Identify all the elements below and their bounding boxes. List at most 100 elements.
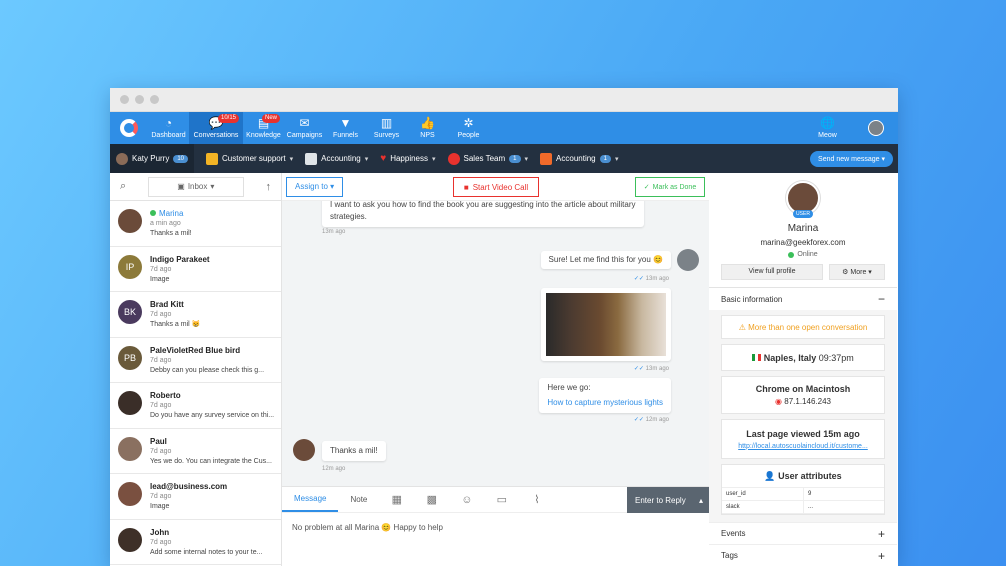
chevron-down-icon: ▾: [364, 155, 369, 163]
chevron-down-icon: ▾: [432, 155, 436, 163]
warning-text: More than one open conversation: [748, 322, 868, 332]
chevron-down-icon: ▾: [289, 155, 294, 163]
more-button[interactable]: ⚙ More ▾: [829, 264, 885, 280]
nav-knowledge[interactable]: New ▤ Knowledge: [243, 112, 284, 144]
tab-note[interactable]: Note: [338, 487, 379, 512]
gif-icon[interactable]: ▭: [484, 493, 519, 506]
nav-label: Funnels: [333, 132, 358, 139]
chevron-down-icon: ▾: [614, 155, 619, 163]
inbox-dropdown[interactable]: ▣ Inbox ▾: [147, 176, 244, 197]
nav-conversations[interactable]: 10/15 💬 Conversations: [189, 112, 243, 144]
contact-email: marina@geekforex.com: [760, 238, 846, 247]
tab-message[interactable]: Message: [282, 487, 339, 512]
basic-information-header[interactable]: Basic information −: [709, 288, 897, 310]
agent-avatar: [116, 152, 128, 165]
team-label: Customer support: [222, 154, 286, 163]
contact-name: Marina: [787, 223, 819, 234]
message-bubble-incoming: I want to ask you how to find the book y…: [322, 201, 644, 227]
contact-avatar: BK: [118, 300, 142, 324]
nav-dashboard[interactable]: ◔ Dashboard: [148, 112, 189, 144]
nav-people[interactable]: ✲ People: [448, 112, 489, 144]
nav-label: Surveys: [373, 132, 400, 139]
team-customer-support[interactable]: Customer support ▾: [206, 152, 294, 165]
message-thread: I want to ask you how to find the book y…: [282, 201, 709, 486]
conversation-time: 7d ago: [150, 538, 172, 546]
expand-plus-icon[interactable]: +: [878, 527, 885, 541]
conversation-name: Marina: [159, 209, 184, 218]
agent-selector[interactable]: Katy Purry 10: [110, 144, 195, 173]
conversation-time: 7d ago: [150, 402, 172, 409]
online-dot-icon: [788, 251, 795, 258]
conversation-time: 7d ago: [150, 311, 172, 318]
events-section[interactable]: Events +: [709, 522, 897, 544]
sort-arrow-icon[interactable]: ↑: [265, 181, 271, 193]
enter-to-reply-button[interactable]: Enter to Reply ▴: [627, 487, 709, 513]
team-accounting[interactable]: Accounting ▾: [305, 152, 369, 165]
target-icon: [447, 152, 460, 165]
contact-sidebar: USER Marina marina@geekforex.com Online …: [709, 173, 897, 566]
conversation-name: PaleVioletRed Blue bird: [150, 345, 241, 355]
team-label: Happiness: [390, 154, 428, 163]
message-image-attachment[interactable]: [541, 288, 671, 361]
nav-label: Meow: [818, 132, 837, 139]
message-time: 12m ago: [322, 466, 346, 472]
conversation-preview: Thanks a mil 😸: [150, 321, 201, 328]
conversation-time: 7d ago: [150, 493, 172, 500]
conversation-item[interactable]: PB PaleVioletRed Blue bird 7d ago Debby …: [110, 338, 281, 383]
user-avatar[interactable]: [868, 120, 884, 136]
view-full-profile-button[interactable]: View full profile: [721, 264, 823, 280]
send-label: Send new message: [818, 155, 880, 163]
contact-avatar: IP: [118, 254, 142, 279]
saved-reply-icon[interactable]: ▩: [414, 493, 449, 506]
conversation-item[interactable]: Marina a min ago Thanks a mil!: [110, 201, 281, 247]
team-bar: Katy Purry 10 Customer support ▾ Account…: [110, 144, 898, 173]
reply-input[interactable]: No problem at all Marina 😊 Happy to help: [282, 513, 709, 542]
contact-avatar: [118, 527, 142, 552]
team-happiness[interactable]: ♥ Happiness ▾: [380, 153, 435, 164]
conversation-item[interactable]: lead@business.com 7d ago Image: [110, 474, 281, 520]
nav-campaigns[interactable]: ✉ Campaigns: [284, 112, 325, 144]
team-label: Accounting: [321, 154, 361, 163]
window-dot[interactable]: [135, 95, 144, 104]
send-new-message-button[interactable]: Send new message ▾: [810, 150, 893, 167]
agent-count-badge: 10: [173, 154, 189, 163]
contact-avatar: [118, 391, 142, 415]
assign-to-dropdown[interactable]: Assign to ▾: [286, 176, 344, 197]
conversation-item[interactable]: IP Indigo Parakeet 7d ago Image: [110, 247, 281, 292]
conversation-item[interactable]: Roberto 7d ago Do you have any survey se…: [110, 383, 281, 429]
expand-plus-icon[interactable]: +: [878, 549, 885, 563]
nav-nps[interactable]: 👍 NPS: [407, 112, 448, 144]
contact-avatar: [118, 482, 142, 506]
chrome-icon: ◉: [775, 397, 783, 406]
browser-card: Chrome on Macintosh ◉ 87.1.146.243: [721, 376, 885, 414]
local-time: 09:37pm: [818, 352, 854, 363]
nav-surveys[interactable]: ▥ Surveys: [366, 112, 407, 144]
search-icon[interactable]: ⌕: [120, 180, 126, 193]
nav-label: Campaigns: [286, 132, 323, 139]
app-logo[interactable]: [110, 112, 148, 144]
conversation-item[interactable]: John 7d ago Add some internal notes to y…: [110, 520, 281, 565]
mark-as-done-button[interactable]: ✓ Mark as Done: [635, 177, 705, 197]
last-page-link[interactable]: http://local.autoscuolaincloud.it/custom…: [738, 443, 868, 450]
start-video-call-button[interactable]: ■ Start Video Call: [453, 177, 539, 197]
conversation-item[interactable]: BK Brad Kitt 7d ago Thanks a mil 😸: [110, 292, 281, 338]
attachment-icon[interactable]: ⌇: [519, 493, 554, 506]
team-sales[interactable]: Sales Team 1 ▾: [447, 152, 528, 165]
message-link[interactable]: How to capture mysterious lights: [547, 397, 663, 409]
knowledge-box-icon[interactable]: ▦: [379, 493, 414, 506]
team-accounting-2[interactable]: Accounting 1 ▾: [540, 152, 619, 165]
window-dot[interactable]: [120, 95, 129, 104]
emoji-icon[interactable]: ☺: [449, 494, 484, 506]
time-text: 13m ago: [645, 366, 669, 372]
window-dot[interactable]: [150, 95, 159, 104]
assign-label: Assign to: [295, 182, 328, 191]
survey-icon: ▥: [380, 116, 393, 130]
conversation-item[interactable]: Paul 7d ago Yes we do. You can integrate…: [110, 429, 281, 474]
collapse-minus-icon[interactable]: −: [878, 292, 885, 306]
warning-card: ⚠ More than one open conversation: [721, 315, 885, 339]
team-icon: [206, 152, 219, 165]
tags-section[interactable]: Tags +: [709, 544, 897, 566]
nav-meow[interactable]: 🌐 Meow: [807, 112, 848, 144]
nav-funnels[interactable]: ▼ Funnels: [325, 112, 366, 144]
message-bubble-outgoing: Here we go: How to capture mysterious li…: [539, 378, 671, 413]
